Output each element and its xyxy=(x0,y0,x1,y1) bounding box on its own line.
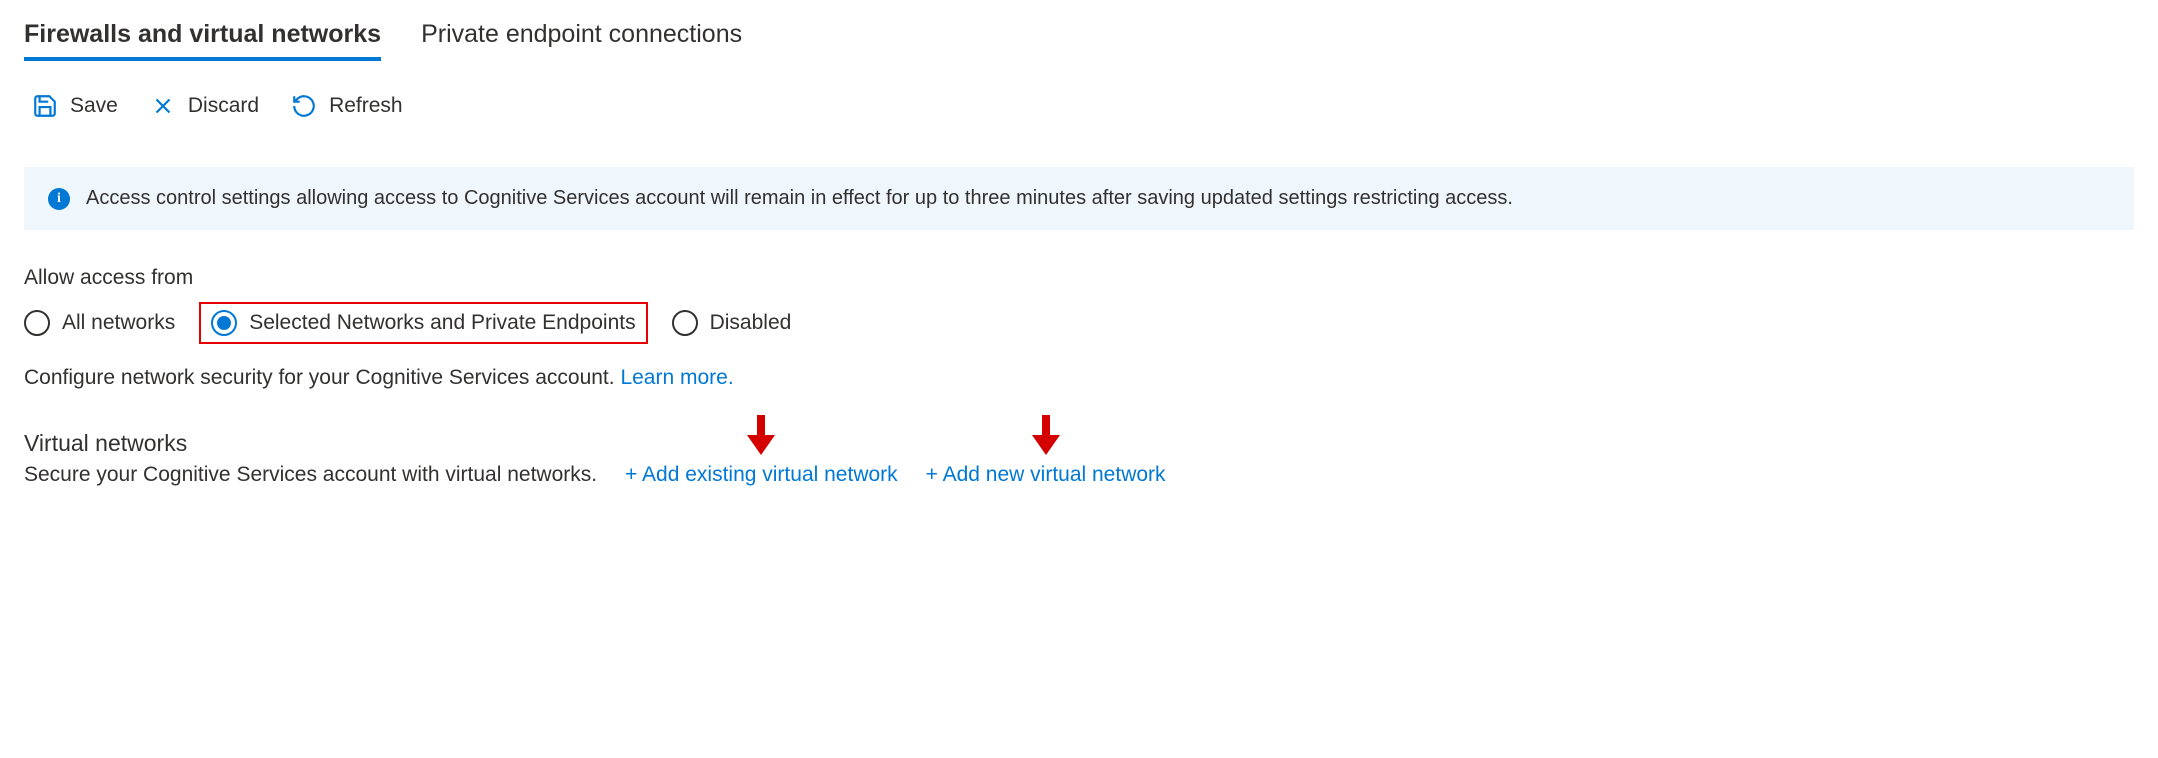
radio-selected-networks[interactable]: Selected Networks and Private Endpoints xyxy=(199,302,647,344)
tab-firewalls[interactable]: Firewalls and virtual networks xyxy=(24,20,381,61)
info-banner-text: Access control settings allowing access … xyxy=(86,187,1513,210)
save-button[interactable]: Save xyxy=(32,93,118,119)
radio-label: Selected Networks and Private Endpoints xyxy=(249,311,635,335)
tabs-bar: Firewalls and virtual networks Private e… xyxy=(24,20,2134,61)
close-icon xyxy=(150,93,176,119)
arrow-down-annotation xyxy=(747,415,775,461)
radio-disabled[interactable]: Disabled xyxy=(672,310,792,336)
vnet-description: Secure your Cognitive Services account w… xyxy=(24,463,597,487)
discard-button[interactable]: Discard xyxy=(150,93,259,119)
discard-label: Discard xyxy=(188,94,259,118)
add-new-vnet-link[interactable]: + Add new virtual network xyxy=(926,463,1166,487)
vnet-row: Secure your Cognitive Services account w… xyxy=(24,463,2134,487)
radio-all-networks[interactable]: All networks xyxy=(24,310,175,336)
radio-icon xyxy=(211,310,237,336)
refresh-icon xyxy=(291,93,317,119)
toolbar: Save Discard Refresh xyxy=(24,93,2134,119)
radio-icon xyxy=(672,310,698,336)
tab-private-endpoints[interactable]: Private endpoint connections xyxy=(421,20,742,61)
radio-label: Disabled xyxy=(710,311,792,335)
radio-label: All networks xyxy=(62,311,175,335)
info-banner: i Access control settings allowing acces… xyxy=(24,167,2134,230)
info-icon: i xyxy=(48,188,70,210)
virtual-networks-heading: Virtual networks xyxy=(24,430,2134,457)
refresh-label: Refresh xyxy=(329,94,403,118)
save-label: Save xyxy=(70,94,118,118)
arrow-down-annotation xyxy=(1032,415,1060,461)
allow-access-label: Allow access from xyxy=(24,266,2134,290)
learn-more-link[interactable]: Learn more. xyxy=(620,366,733,389)
access-radio-group: All networks Selected Networks and Priva… xyxy=(24,302,2134,344)
radio-icon xyxy=(24,310,50,336)
add-existing-vnet-link[interactable]: + Add existing virtual network xyxy=(625,463,898,487)
helper-prefix: Configure network security for your Cogn… xyxy=(24,366,620,389)
helper-text: Configure network security for your Cogn… xyxy=(24,366,2134,390)
add-existing-label: + Add existing virtual network xyxy=(625,463,898,486)
add-new-label: + Add new virtual network xyxy=(926,463,1166,486)
refresh-button[interactable]: Refresh xyxy=(291,93,403,119)
save-icon xyxy=(32,93,58,119)
